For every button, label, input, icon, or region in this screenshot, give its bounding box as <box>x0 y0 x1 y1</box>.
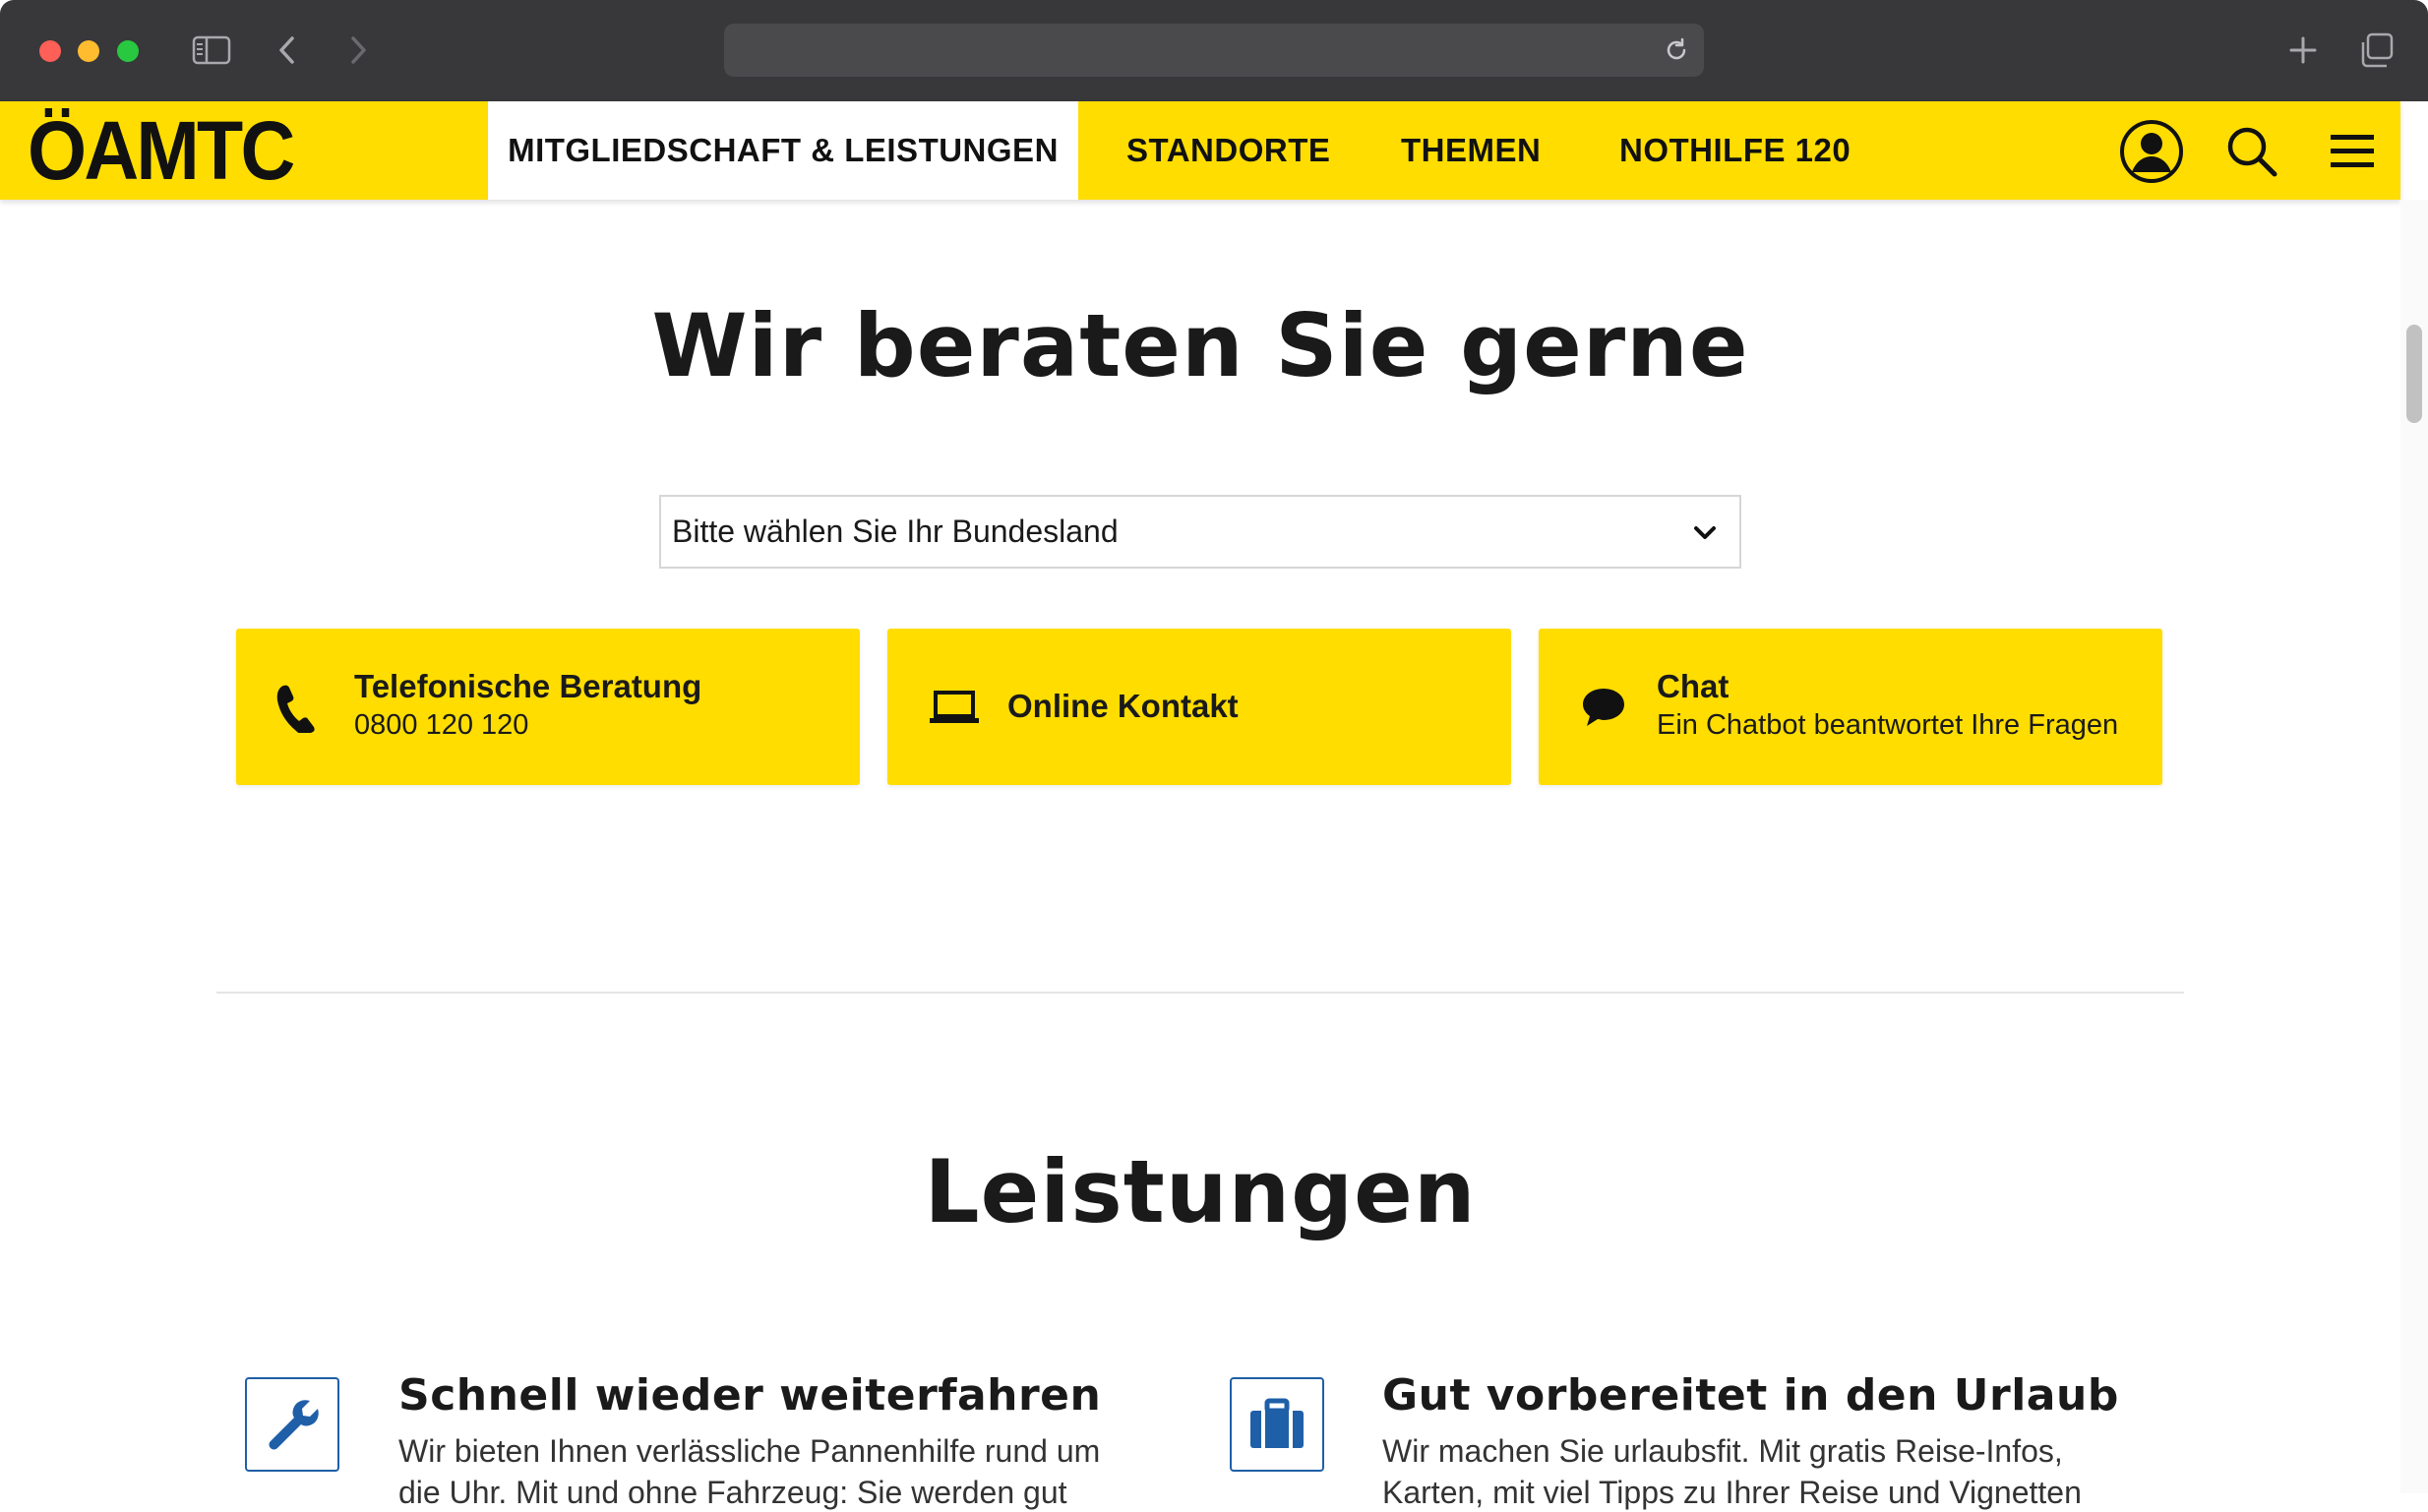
browser-toolbar <box>0 0 2428 101</box>
hamburger-menu-icon[interactable] <box>2320 119 2385 184</box>
chat-card[interactable]: Chat Ein Chatbot beantwortet Ihre Fragen <box>1539 629 2162 785</box>
page-scrollbar-thumb[interactable] <box>2406 325 2422 423</box>
nav-nothilfe[interactable]: NOTHILFE 120 <box>1619 101 1851 200</box>
account-icon[interactable] <box>2119 119 2184 184</box>
services-heading: Leistungen <box>924 1141 1477 1242</box>
chat-card-title: Chat <box>1657 668 1730 704</box>
phone-number: 0800 120 120 <box>354 709 529 741</box>
service-text-urlaub-line1: Wir machen Sie urlaubsfit. Mit gratis Re… <box>1382 1433 2063 1469</box>
service-text-urlaub-line2: Karten, mit viel Tipps zu Ihrer Reise un… <box>1382 1475 2082 1510</box>
reload-icon[interactable] <box>1663 36 1690 64</box>
phone-icon <box>266 678 325 737</box>
site-header: ÖAMTC MITGLIEDSCHAFT & LEISTUNGEN STANDO… <box>0 101 2400 200</box>
close-window-button[interactable] <box>39 40 61 62</box>
nav-standorte[interactable]: STANDORTE <box>1126 101 1330 200</box>
contact-heading: Wir beraten Sie gerne <box>651 295 1749 396</box>
section-divider <box>216 992 2184 994</box>
service-text-pannenhilfe-line2: die Uhr. Mit und ohne Fahrzeug: Sie werd… <box>398 1475 1067 1510</box>
bundesland-select[interactable]: Bitte wählen Sie Ihr Bundesland <box>659 495 1741 569</box>
chat-card-subtitle: Ein Chatbot beantwortet Ihre Fragen <box>1657 709 2119 741</box>
tab-overview-icon[interactable] <box>2353 28 2398 73</box>
phone-card-title: Telefonische Beratung <box>354 668 702 704</box>
nav-mitgliedschaft-leistungen[interactable]: MITGLIEDSCHAFT & LEISTUNGEN <box>488 101 1078 200</box>
laptop-icon <box>925 678 984 737</box>
service-title-pannenhilfe[interactable]: Schnell wieder weiterfahren <box>398 1370 1101 1421</box>
minimize-window-button[interactable] <box>78 40 99 62</box>
suitcase-icon <box>1230 1377 1324 1472</box>
address-bar[interactable] <box>724 24 1704 77</box>
new-tab-plus-icon[interactable] <box>2280 28 2326 73</box>
service-text-pannenhilfe-line1: Wir bieten Ihnen verlässliche Pannenhilf… <box>398 1433 1101 1469</box>
phone-consultation-card[interactable]: Telefonische Beratung 0800 120 120 <box>236 629 860 785</box>
online-contact-title: Online Kontakt <box>1007 688 1239 724</box>
chat-bubble-icon <box>1574 678 1633 737</box>
online-contact-card[interactable]: Online Kontakt <box>887 629 1511 785</box>
forward-arrow-icon[interactable] <box>338 28 378 73</box>
service-title-urlaub[interactable]: Gut vorbereitet in den Urlaub <box>1382 1370 2119 1421</box>
wrench-icon <box>245 1377 339 1472</box>
sidebar-toggle-icon[interactable] <box>189 28 234 73</box>
maximize-window-button[interactable] <box>117 40 139 62</box>
oeamtc-logo[interactable]: ÖAMTC <box>28 101 295 200</box>
chevron-down-icon <box>1694 526 1716 539</box>
back-arrow-icon[interactable] <box>268 28 307 73</box>
bundesland-select-value: Bitte wählen Sie Ihr Bundesland <box>672 514 1119 549</box>
nav-themen[interactable]: THEMEN <box>1401 101 1541 200</box>
search-icon[interactable] <box>2219 119 2284 184</box>
